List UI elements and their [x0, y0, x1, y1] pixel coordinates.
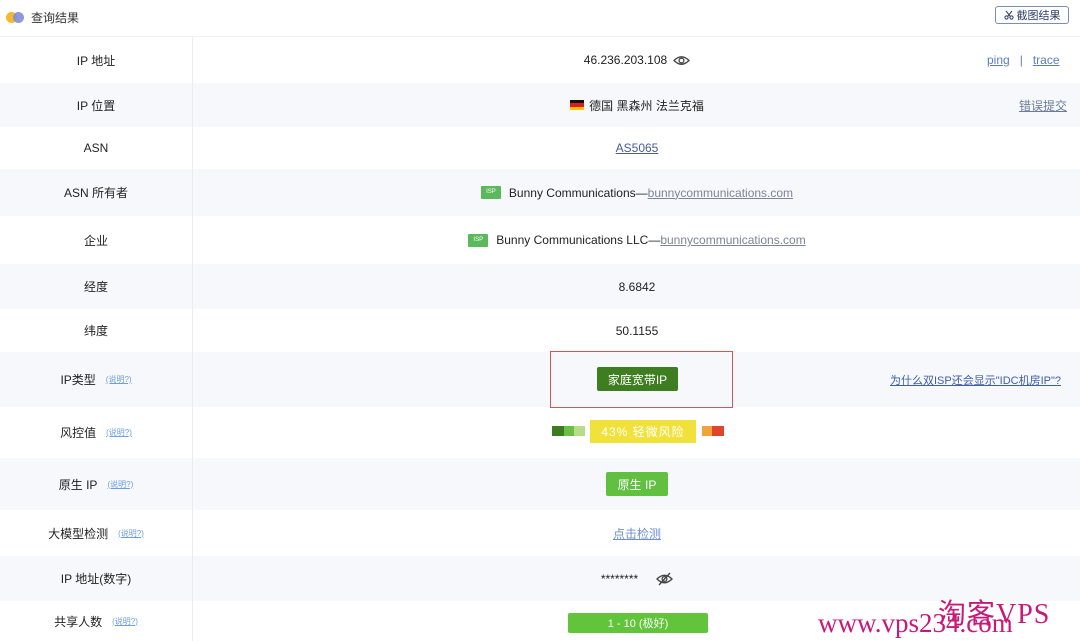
row-ip-type: IP类型 (说明?) 为什么双ISP还会显示"IDC机房IP"?	[0, 352, 1080, 407]
isp-badge: ISP	[480, 186, 501, 199]
row-ip-location: IP 位置 德国 黑森州 法兰克福 错误提交	[0, 83, 1080, 127]
risk-segment	[702, 426, 712, 436]
help-link[interactable]: (说明?)	[106, 374, 132, 385]
row-latitude: 纬度 50.1155	[0, 309, 1080, 352]
row-label: 经度	[0, 264, 193, 309]
row-asn: ASN AS5065	[0, 127, 1080, 169]
eye-icon[interactable]	[673, 55, 691, 66]
row-label: 企业	[0, 216, 193, 264]
row-llm-detection: 大模型检测 (说明?) 点击检测	[0, 510, 1080, 556]
risk-segment	[564, 426, 574, 436]
risk-meter: 43% 轻微风险	[552, 420, 724, 444]
report-error-label[interactable]: 错误提交	[1019, 97, 1067, 114]
app-logo-icon	[6, 10, 26, 24]
row-label: ASN	[0, 127, 193, 169]
shared-label: 共享人数	[54, 614, 103, 629]
row-value: 46.236.203.108	[194, 37, 1080, 83]
ip-type-label: IP类型	[60, 373, 96, 387]
detect-link[interactable]: 点击检测	[613, 525, 661, 542]
row-value: ISP Bunny Communications LLC— bunnycommu…	[194, 216, 1080, 264]
asn-link[interactable]: AS5065	[616, 141, 659, 155]
row-risk: 风控值 (说明?)	[0, 407, 1080, 458]
eye-off-icon[interactable]	[656, 572, 674, 586]
risk-value-pill: 43% 轻微风险	[590, 420, 696, 443]
shared-count-bar: 1 - 10 (极好)	[568, 613, 708, 633]
row-value: AS5065	[194, 127, 1080, 169]
location-value: 德国 黑森州 法兰克福	[589, 98, 704, 113]
native-label: 原生 IP	[58, 477, 98, 492]
isp-badge: ISP	[468, 233, 489, 247]
risk-segment	[552, 426, 564, 436]
longitude-value: 8.6842	[618, 279, 656, 294]
ip-numeric-value: ********	[600, 571, 639, 586]
row-value: ISP Bunny Communications— bunnycommunica…	[194, 169, 1080, 216]
trace-link[interactable]: trace	[1033, 53, 1060, 67]
row-label: 共享人数 (说明?)	[0, 601, 193, 641]
dual-isp-explain-link[interactable]: 为什么双ISP还会显示"IDC机房IP"?	[890, 352, 1061, 407]
row-label: ASN 所有者	[0, 169, 193, 216]
row-longitude: 经度 8.6842	[0, 264, 1080, 309]
screenshot-button-label: 截图结果	[1016, 10, 1061, 22]
llm-label: 大模型检测	[48, 526, 109, 541]
asn-owner-domain-link[interactable]: bunnycommunications.com	[648, 186, 793, 200]
action-separator: |	[1019, 53, 1023, 67]
ip-value: 46.236.203.108	[583, 53, 668, 67]
row-label: IP 地址(数字)	[0, 556, 193, 601]
header-title: 查询结果	[31, 11, 80, 25]
row-label: IP类型 (说明?)	[0, 352, 193, 407]
row-value: 德国 黑森州 法兰克福	[194, 83, 1080, 127]
row-native-ip: 原生 IP (说明?)	[0, 458, 1080, 510]
row-label: IP 地址	[0, 37, 193, 83]
scissors-icon	[1003, 10, 1014, 20]
help-link[interactable]: (说明?)	[106, 427, 132, 438]
help-link[interactable]: (说明?)	[112, 616, 138, 627]
dual-isp-explain-label[interactable]: 为什么双ISP还会显示"IDC机房IP"?	[890, 372, 1061, 388]
ping-link[interactable]: ping	[987, 53, 1010, 67]
help-link[interactable]: (说明?)	[107, 479, 133, 490]
company-domain-link[interactable]: bunnycommunications.com	[660, 233, 805, 247]
row-label: 风控值 (说明?)	[0, 407, 193, 458]
risk-segment	[712, 426, 724, 436]
row-label: 纬度	[0, 309, 193, 352]
screenshot-button[interactable]: 截图结果	[995, 6, 1069, 24]
row-company: 企业 ISP Bunny Communications LLC— bunnyco…	[0, 216, 1080, 264]
watermark: 淘客VPS www.vps234.com	[818, 592, 1076, 638]
row-label: 大模型检测 (说明?)	[0, 510, 193, 556]
risk-segment	[574, 426, 585, 436]
native-ip-badge: 原生 IP	[606, 472, 668, 496]
row-ip-address: IP 地址 46.236.203.108 ping | trace	[0, 37, 1080, 83]
germany-flag-icon	[570, 100, 585, 110]
result-header: 查询结果 截图结果	[0, 0, 1080, 37]
help-link[interactable]: (说明?)	[118, 528, 144, 539]
row-label: IP 位置	[0, 83, 193, 127]
row-value: 点击检测	[194, 510, 1080, 556]
watermark-line2: www.vps234.com	[818, 608, 1013, 638]
report-error-link[interactable]: 错误提交	[1019, 83, 1067, 127]
row-label: 原生 IP (说明?)	[0, 458, 193, 510]
latitude-value: 50.1155	[615, 323, 659, 338]
asn-owner-name: Bunny Communications—	[508, 185, 648, 200]
row-asn-owner: ASN 所有者 ISP Bunny Communications— bunnyc…	[0, 169, 1080, 216]
risk-label: 风控值	[60, 426, 97, 440]
ip-type-badge: 家庭宽带IP	[597, 367, 678, 391]
company-name: Bunny Communications LLC—	[496, 233, 661, 247]
ip-actions: ping | trace	[987, 37, 1060, 83]
